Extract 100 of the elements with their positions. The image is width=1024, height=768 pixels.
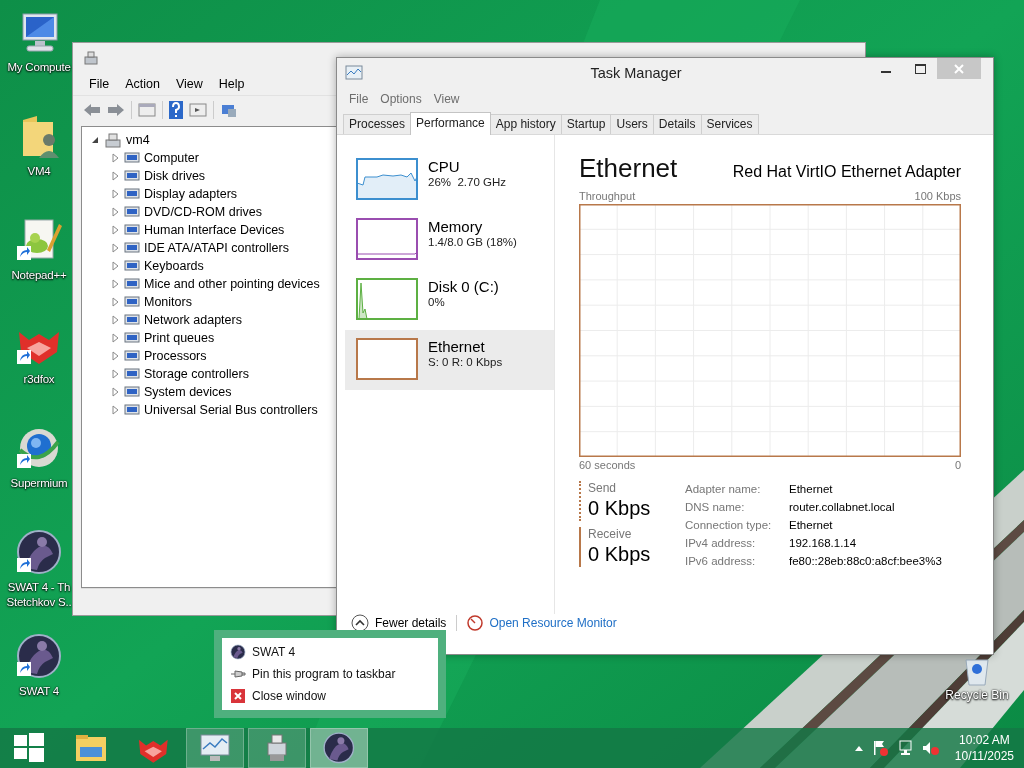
device-manager-button[interactable] (248, 728, 306, 768)
device-manager-icon (83, 50, 99, 66)
resource-reading: 1.4/8.0 GB (18%) (428, 236, 517, 248)
tree-item[interactable]: Keyboards (144, 259, 204, 273)
menu-item[interactable]: Options (374, 92, 428, 106)
icon-label: SWAT 4 (18, 684, 60, 699)
game-shortcut-icon[interactable] (15, 632, 63, 680)
tree-item[interactable]: System devices (144, 385, 232, 399)
device-icon (124, 349, 140, 363)
tree-item[interactable]: Computer (144, 151, 199, 165)
device-icon (124, 385, 140, 399)
device-icon (124, 367, 140, 381)
device-icon (124, 205, 140, 219)
tree-item[interactable]: Mice and other pointing devices (144, 277, 320, 291)
expand-toggle[interactable] (110, 152, 120, 164)
close-icon (230, 688, 246, 704)
tab[interactable]: Startup (560, 114, 612, 134)
back-icon[interactable] (83, 103, 101, 117)
menu-item[interactable]: View (167, 77, 211, 91)
help-icon[interactable] (169, 101, 183, 119)
icon-label: My Compute (7, 60, 71, 75)
resource-item[interactable]: CPU 26% 2.70 GHz (345, 150, 554, 210)
task-manager-icon (345, 65, 363, 81)
recycle-bin-icon[interactable] (962, 658, 992, 686)
expand-toggle[interactable] (110, 368, 120, 380)
resource-name: Memory (428, 218, 484, 236)
tree-item[interactable]: Human Interface Devices (144, 223, 285, 237)
menu-item[interactable]: Help (210, 77, 253, 91)
icon-label: Notepad++ (11, 268, 67, 283)
forward-icon[interactable] (107, 103, 125, 117)
expand-toggle[interactable] (110, 170, 120, 182)
resource-item[interactable]: Ethernet S: 0 R: 0 Kbps (345, 330, 554, 390)
expand-toggle[interactable] (110, 404, 120, 416)
windows-logo-icon[interactable] (12, 731, 46, 765)
task-manager-button[interactable] (186, 728, 244, 768)
speaker-icon[interactable] (921, 740, 940, 756)
window-title: Task Manager (589, 65, 683, 81)
gauge-icon (467, 615, 484, 631)
resource-item[interactable]: Memory 1.4/8.0 GB (18%) (345, 210, 554, 270)
device-icon (124, 403, 140, 417)
expand-toggle[interactable] (110, 242, 120, 254)
tree-item[interactable]: DVD/CD-ROM drives (144, 205, 263, 219)
tree-item[interactable]: IDE ATA/ATAPI controllers (144, 241, 289, 255)
resource-item[interactable]: Disk 0 (C:) 0% (345, 270, 554, 330)
maximize-icon (914, 63, 926, 74)
resource-monitor-link[interactable]: Open Resource Monitor (489, 616, 617, 630)
scan-hardware-icon[interactable] (220, 102, 238, 118)
expand-toggle[interactable] (110, 278, 120, 290)
graph-label: Throughput (579, 190, 636, 204)
panel-title: Ethernet (579, 153, 678, 184)
tab[interactable]: Details (652, 114, 702, 134)
expand-toggle[interactable] (110, 314, 120, 326)
expand-toggle[interactable] (110, 260, 120, 272)
tab[interactable]: Users (610, 114, 654, 134)
expand-toggle[interactable] (110, 386, 120, 398)
menu-item[interactable]: File (343, 92, 375, 106)
tab[interactable]: App history (489, 114, 562, 134)
clock-time[interactable]: 10:02 AM (954, 732, 1014, 748)
tree-item[interactable]: Monitors (144, 295, 192, 309)
properties-icon[interactable] (138, 102, 156, 118)
expand-toggle[interactable] (110, 350, 120, 362)
clock-date[interactable]: 10/11/2025 (954, 748, 1014, 764)
adapter-name: Red Hat VirtIO Ethernet Adapter (732, 163, 961, 181)
property-label: Adapter name: (685, 482, 762, 497)
tree-item[interactable]: Universal Serial Bus controllers (144, 403, 318, 417)
jump-list-item[interactable]: Pin this program to taskbar (230, 665, 430, 683)
stat-label: Send (588, 481, 618, 495)
jump-list-item[interactable]: Close window (230, 687, 430, 705)
tree-item[interactable]: Disk drives (144, 169, 206, 183)
show-hidden-icons-icon[interactable] (854, 745, 863, 751)
expand-toggle[interactable] (110, 332, 120, 344)
window-icon[interactable] (189, 102, 207, 118)
network-icon[interactable] (896, 740, 913, 756)
device-icon (124, 151, 140, 165)
tree-item[interactable]: Processors (144, 349, 207, 363)
tab[interactable]: Processes (343, 114, 412, 134)
tree-item[interactable]: Storage controllers (144, 367, 249, 381)
graph-span: 60 seconds (579, 459, 636, 473)
menu-item[interactable]: View (427, 92, 466, 106)
tree-item[interactable]: Network adapters (144, 313, 242, 327)
tree-item[interactable]: vm4 (126, 133, 150, 147)
expand-toggle[interactable] (110, 224, 120, 236)
game-shortcut-icon[interactable] (15, 528, 63, 576)
game-icon[interactable] (322, 731, 356, 765)
tab[interactable]: Performance (410, 112, 491, 135)
device-icon (124, 277, 140, 291)
jump-list-title[interactable]: SWAT 4 (252, 645, 296, 659)
stat-value: 0 Kbps (588, 496, 652, 521)
menu-item[interactable]: File (81, 77, 118, 91)
expand-toggle[interactable] (110, 188, 120, 200)
tree-item[interactable]: Print queues (144, 331, 215, 345)
flag-icon[interactable] (871, 740, 888, 756)
property-value: fe80::28eb:88c0:a8cf:bee3%3 (789, 554, 942, 569)
tree-item[interactable]: Display adapters (144, 187, 238, 201)
tab[interactable]: Services (700, 114, 759, 134)
menu-item[interactable]: Action (117, 77, 168, 91)
game-button[interactable] (310, 728, 368, 768)
expand-toggle[interactable] (110, 206, 120, 218)
expand-toggle[interactable] (110, 296, 120, 308)
fewer-details-button[interactable]: Fewer details (351, 614, 447, 632)
